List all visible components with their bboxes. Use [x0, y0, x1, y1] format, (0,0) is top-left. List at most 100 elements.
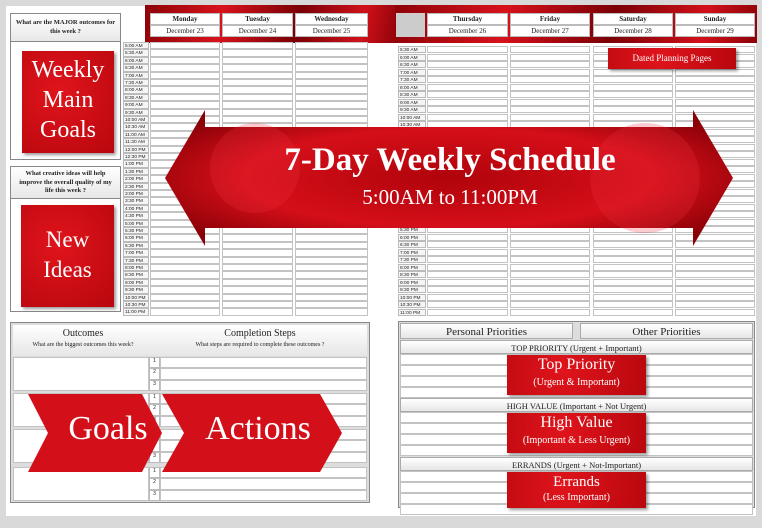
schedule-slot[interactable] — [222, 64, 293, 72]
schedule-slot[interactable] — [510, 61, 590, 69]
schedule-slot[interactable] — [675, 286, 755, 294]
schedule-slot[interactable] — [427, 256, 508, 264]
schedule-slot[interactable] — [510, 46, 590, 54]
step-field[interactable] — [160, 478, 367, 490]
schedule-slot[interactable] — [510, 91, 590, 99]
schedule-slot[interactable] — [222, 71, 293, 79]
schedule-slot[interactable] — [150, 42, 220, 50]
schedule-slot[interactable] — [150, 264, 220, 272]
schedule-slot[interactable] — [593, 263, 673, 271]
schedule-slot[interactable] — [593, 278, 673, 286]
schedule-slot[interactable] — [150, 256, 220, 264]
schedule-slot[interactable] — [675, 293, 755, 301]
schedule-slot[interactable] — [510, 286, 590, 294]
schedule-slot[interactable] — [222, 86, 293, 94]
schedule-slot[interactable] — [675, 278, 755, 286]
schedule-slot[interactable] — [150, 271, 220, 279]
schedule-slot[interactable] — [510, 98, 590, 106]
schedule-slot[interactable] — [510, 68, 590, 76]
schedule-slot[interactable] — [222, 286, 293, 294]
schedule-slot[interactable] — [593, 271, 673, 279]
schedule-slot[interactable] — [510, 256, 590, 264]
step-field[interactable] — [160, 379, 367, 391]
schedule-slot[interactable] — [150, 86, 220, 94]
schedule-slot[interactable] — [150, 79, 220, 87]
schedule-slot[interactable] — [150, 49, 220, 57]
schedule-slot[interactable] — [593, 308, 673, 316]
schedule-slot[interactable] — [675, 301, 755, 309]
schedule-slot[interactable] — [150, 56, 220, 65]
schedule-slot[interactable] — [222, 49, 293, 57]
schedule-slot[interactable] — [427, 91, 508, 99]
schedule-slot[interactable] — [222, 56, 293, 65]
schedule-slot[interactable] — [150, 278, 220, 287]
schedule-slot[interactable] — [295, 301, 368, 309]
schedule-slot[interactable] — [295, 42, 368, 50]
schedule-slot[interactable] — [150, 308, 220, 316]
schedule-slot[interactable] — [510, 271, 590, 279]
step-field[interactable] — [160, 357, 367, 369]
schedule-slot[interactable] — [295, 249, 368, 257]
schedule-slot[interactable] — [295, 49, 368, 57]
schedule-slot[interactable] — [222, 93, 293, 102]
schedule-slot[interactable] — [150, 286, 220, 294]
schedule-slot[interactable] — [675, 98, 755, 106]
schedule-slot[interactable] — [675, 76, 755, 84]
schedule-slot[interactable] — [427, 286, 508, 294]
schedule-slot[interactable] — [593, 286, 673, 294]
schedule-slot[interactable] — [510, 308, 590, 316]
schedule-slot[interactable] — [150, 64, 220, 72]
schedule-slot[interactable] — [150, 71, 220, 79]
schedule-slot[interactable] — [222, 256, 293, 264]
schedule-slot[interactable] — [427, 308, 508, 316]
schedule-slot[interactable] — [593, 76, 673, 84]
schedule-slot[interactable] — [222, 293, 293, 301]
schedule-slot[interactable] — [675, 263, 755, 271]
schedule-slot[interactable] — [427, 293, 508, 301]
schedule-slot[interactable] — [295, 86, 368, 94]
schedule-slot[interactable] — [675, 308, 755, 316]
step-field[interactable] — [160, 368, 367, 380]
schedule-slot[interactable] — [510, 83, 590, 91]
schedule-slot[interactable] — [295, 93, 368, 102]
schedule-slot[interactable] — [427, 98, 508, 106]
outcome-field[interactable] — [13, 357, 149, 391]
schedule-slot[interactable] — [675, 271, 755, 279]
schedule-slot[interactable] — [150, 293, 220, 301]
schedule-slot[interactable] — [295, 264, 368, 272]
schedule-slot[interactable] — [593, 83, 673, 91]
schedule-slot[interactable] — [222, 79, 293, 87]
schedule-slot[interactable] — [295, 308, 368, 316]
schedule-slot[interactable] — [427, 46, 508, 54]
schedule-slot[interactable] — [593, 301, 673, 309]
schedule-slot[interactable] — [295, 286, 368, 294]
schedule-slot[interactable] — [510, 76, 590, 84]
schedule-slot[interactable] — [593, 68, 673, 76]
schedule-slot[interactable] — [427, 301, 508, 309]
schedule-slot[interactable] — [675, 83, 755, 91]
schedule-slot[interactable] — [427, 68, 508, 76]
schedule-slot[interactable] — [150, 249, 220, 257]
schedule-slot[interactable] — [222, 42, 293, 50]
schedule-slot[interactable] — [222, 264, 293, 272]
schedule-slot[interactable] — [427, 83, 508, 91]
schedule-slot[interactable] — [593, 256, 673, 264]
schedule-slot[interactable] — [510, 301, 590, 309]
schedule-slot[interactable] — [510, 53, 590, 61]
schedule-slot[interactable] — [593, 293, 673, 301]
schedule-slot[interactable] — [427, 278, 508, 286]
schedule-slot[interactable] — [427, 271, 508, 279]
schedule-slot[interactable] — [295, 56, 368, 65]
schedule-slot[interactable] — [427, 53, 508, 61]
step-field[interactable] — [160, 489, 367, 501]
schedule-slot[interactable] — [295, 271, 368, 279]
schedule-slot[interactable] — [593, 91, 673, 99]
schedule-slot[interactable] — [150, 93, 220, 102]
schedule-slot[interactable] — [222, 249, 293, 257]
schedule-slot[interactable] — [427, 61, 508, 69]
schedule-slot[interactable] — [510, 263, 590, 271]
schedule-slot[interactable] — [295, 79, 368, 87]
schedule-slot[interactable] — [150, 301, 220, 309]
schedule-slot[interactable] — [222, 271, 293, 279]
schedule-slot[interactable] — [510, 293, 590, 301]
